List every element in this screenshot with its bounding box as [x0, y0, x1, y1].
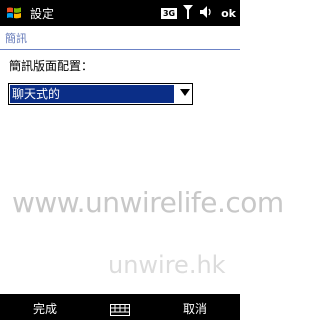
3g-badge: 3G	[160, 7, 178, 19]
chevron-down-icon[interactable]	[180, 89, 190, 96]
done-button[interactable]: 完成	[33, 300, 57, 317]
keyboard-icon[interactable]	[110, 301, 130, 320]
volume-icon[interactable]	[199, 4, 213, 23]
title-bar: 設定 3G ok	[0, 0, 240, 26]
cancel-button[interactable]: 取消	[183, 300, 207, 317]
watermark-url: www.unwirelife.com	[12, 186, 284, 219]
window-title: 設定	[30, 6, 55, 21]
signal-icon[interactable]	[183, 4, 194, 23]
page-title: 簡訊	[5, 32, 27, 45]
status-area: 3G ok	[160, 0, 236, 26]
layout-dropdown[interactable]: 聊天式的	[8, 83, 193, 105]
soft-key-bar: 完成 取消	[0, 294, 240, 320]
page-header: 簡訊	[0, 27, 240, 50]
windows-start-icon[interactable]	[3, 2, 25, 24]
watermark-brand: unwire.hk	[108, 251, 226, 279]
layout-dropdown-value: 聊天式的	[10, 85, 174, 103]
layout-label: 簡訊版面配置：	[9, 59, 94, 73]
ok-button[interactable]: ok	[221, 7, 236, 20]
